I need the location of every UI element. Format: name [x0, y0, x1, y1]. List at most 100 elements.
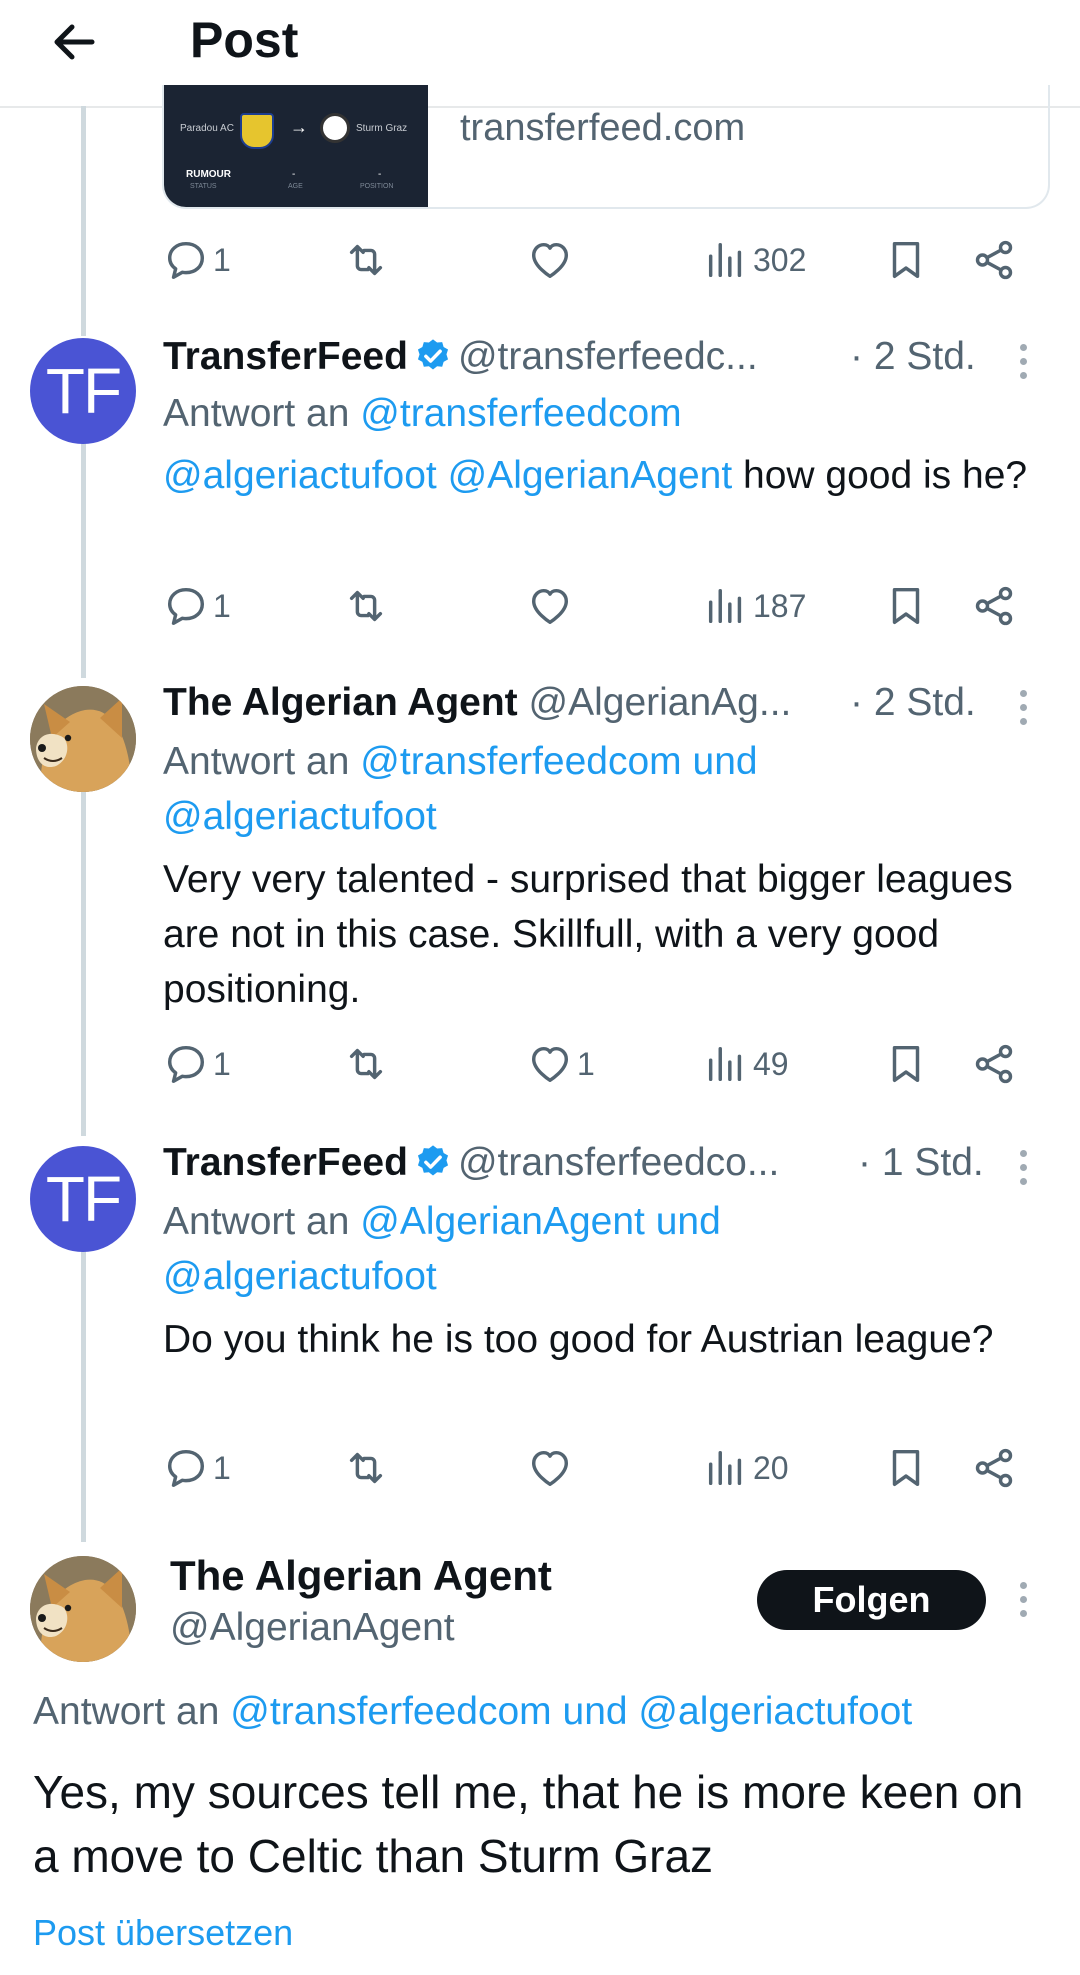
reply-icon — [167, 587, 205, 625]
reply-button[interactable]: 1 — [163, 1440, 231, 1496]
club-crest-icon — [320, 113, 350, 143]
user-handle[interactable]: @transferfeedc... — [458, 335, 758, 378]
avatar-initials: TF — [45, 355, 122, 427]
retweet-button[interactable] — [343, 578, 389, 634]
doge-avatar-image — [30, 1556, 136, 1662]
bookmark-icon — [892, 241, 920, 279]
thumb-age-value: - — [292, 169, 296, 180]
like-button[interactable] — [527, 232, 573, 288]
action-bar: 1 302 — [163, 232, 1043, 288]
action-bar: 1 187 — [163, 578, 1043, 634]
thumb-age-label: AGE — [288, 183, 303, 190]
views-button[interactable]: 49 — [703, 1036, 789, 1092]
avatar-initials: TF — [45, 1163, 122, 1235]
tweet-body: Yes, my sources tell me, that he is more… — [33, 1766, 1024, 1882]
retweet-icon — [349, 590, 383, 622]
thumb-team-to: Sturm Graz — [356, 123, 408, 134]
mention-link[interactable]: @algeriactufoot — [163, 795, 437, 838]
user-handle[interactable]: @transferfeedco... — [458, 1141, 779, 1184]
timestamp[interactable]: · 2 Std. — [850, 678, 976, 728]
bookmark-icon — [892, 587, 920, 625]
action-bar: 1 1 49 — [163, 1036, 1043, 1092]
thumb-position-value: - — [378, 169, 382, 180]
reply-count: 1 — [213, 1045, 231, 1082]
bar-chart-icon — [708, 588, 742, 624]
share-button[interactable] — [971, 1036, 1017, 1092]
avatar[interactable] — [30, 686, 136, 792]
bar-chart-icon — [708, 242, 742, 278]
reply-count: 1 — [213, 1449, 231, 1486]
tweet-text: @algeriactufoot @AlgerianAgent how good … — [163, 448, 1043, 503]
views-count: 20 — [753, 1449, 789, 1486]
views-button[interactable]: 187 — [703, 578, 806, 634]
thumb-status-label: STATUS — [190, 183, 217, 190]
reply-button[interactable]: 1 — [163, 578, 231, 634]
translate-link[interactable]: Post übersetzen — [33, 1912, 293, 1954]
share-icon — [975, 240, 1013, 280]
heart-icon — [531, 1450, 569, 1487]
display-name[interactable]: TransferFeed — [163, 335, 408, 378]
reply-context: Antwort an @transferfeedcom — [163, 386, 1043, 441]
avatar[interactable]: TF — [30, 338, 136, 444]
reply-context: Antwort an @transferfeedcom und @algeria… — [163, 734, 1043, 844]
share-icon — [975, 1044, 1013, 1084]
mention-link[interactable]: @algeriactufoot — [163, 454, 437, 497]
club-crest-icon — [240, 113, 274, 149]
reply-icon — [167, 1045, 205, 1083]
share-icon — [975, 586, 1013, 626]
retweet-button[interactable] — [343, 1036, 389, 1092]
retweet-button[interactable] — [343, 232, 389, 288]
display-name[interactable]: The Algerian Agent — [170, 1552, 552, 1600]
avatar[interactable]: TF — [30, 1146, 136, 1252]
timestamp[interactable]: · 2 Std. — [850, 332, 976, 382]
more-options-icon[interactable] — [1017, 1150, 1029, 1190]
thumb-status: RUMOUR — [186, 169, 231, 180]
bar-chart-icon — [708, 1450, 742, 1486]
mention-link[interactable]: @transferfeedcom und — [360, 740, 757, 783]
like-button[interactable] — [527, 578, 573, 634]
views-count: 49 — [753, 1045, 789, 1082]
views-button[interactable]: 20 — [703, 1440, 789, 1496]
display-name[interactable]: TransferFeed — [163, 1141, 408, 1184]
reply-button[interactable]: 1 — [163, 232, 231, 288]
mention-link[interactable]: @transferfeedcom und @algeriactufoot — [230, 1690, 912, 1733]
more-options-icon[interactable] — [1017, 344, 1029, 384]
mention-link[interactable]: @algeriactufoot — [163, 1255, 437, 1298]
share-button[interactable] — [971, 232, 1017, 288]
reply-context: Antwort an @AlgerianAgent und @algeriact… — [163, 1194, 1043, 1304]
like-button[interactable] — [527, 1440, 573, 1496]
share-button[interactable] — [971, 578, 1017, 634]
retweet-button[interactable] — [343, 1440, 389, 1496]
bookmark-button[interactable] — [883, 1440, 929, 1496]
more-options-icon[interactable] — [1017, 690, 1029, 730]
avatar[interactable] — [30, 1556, 136, 1662]
thumb-position-label: POSITION — [360, 183, 394, 190]
arrow-left-icon[interactable] — [44, 12, 104, 72]
share-button[interactable] — [971, 1440, 1017, 1496]
bookmark-icon — [892, 1045, 920, 1083]
follow-button[interactable]: Folgen — [757, 1570, 986, 1630]
more-options-icon[interactable] — [1017, 1582, 1029, 1622]
views-count: 302 — [753, 241, 807, 278]
bookmark-button[interactable] — [883, 1036, 929, 1092]
link-preview-thumbnail: Paradou AC → Sturm Graz RUMOUR STATUS - … — [164, 85, 428, 207]
thumb-team-from: Paradou AC — [180, 123, 234, 134]
reply-prefix: Antwort an — [33, 1690, 220, 1733]
timestamp[interactable]: · 1 Std. — [858, 1138, 984, 1188]
reply-button[interactable]: 1 — [163, 1036, 231, 1092]
user-handle[interactable]: @AlgerianAg... — [528, 681, 791, 724]
display-name[interactable]: The Algerian Agent — [163, 681, 518, 724]
share-icon — [975, 1448, 1013, 1488]
mention-link[interactable]: @AlgerianAgent und — [360, 1200, 721, 1243]
verified-badge-icon — [417, 339, 448, 370]
bookmark-button[interactable] — [883, 232, 929, 288]
bookmark-button[interactable] — [883, 578, 929, 634]
mention-link[interactable]: @transferfeedcom — [360, 392, 681, 435]
user-handle[interactable]: @AlgerianAgent — [170, 1606, 455, 1650]
views-button[interactable]: 302 — [703, 232, 806, 288]
link-preview-card[interactable]: Paradou AC → Sturm Graz RUMOUR STATUS - … — [162, 85, 1050, 209]
tweet-body: Do you think he is too good for Austrian… — [163, 1318, 994, 1361]
mention-link[interactable]: @AlgerianAgent — [448, 454, 733, 497]
retweet-icon — [349, 1452, 383, 1484]
like-button[interactable]: 1 — [527, 1036, 595, 1092]
